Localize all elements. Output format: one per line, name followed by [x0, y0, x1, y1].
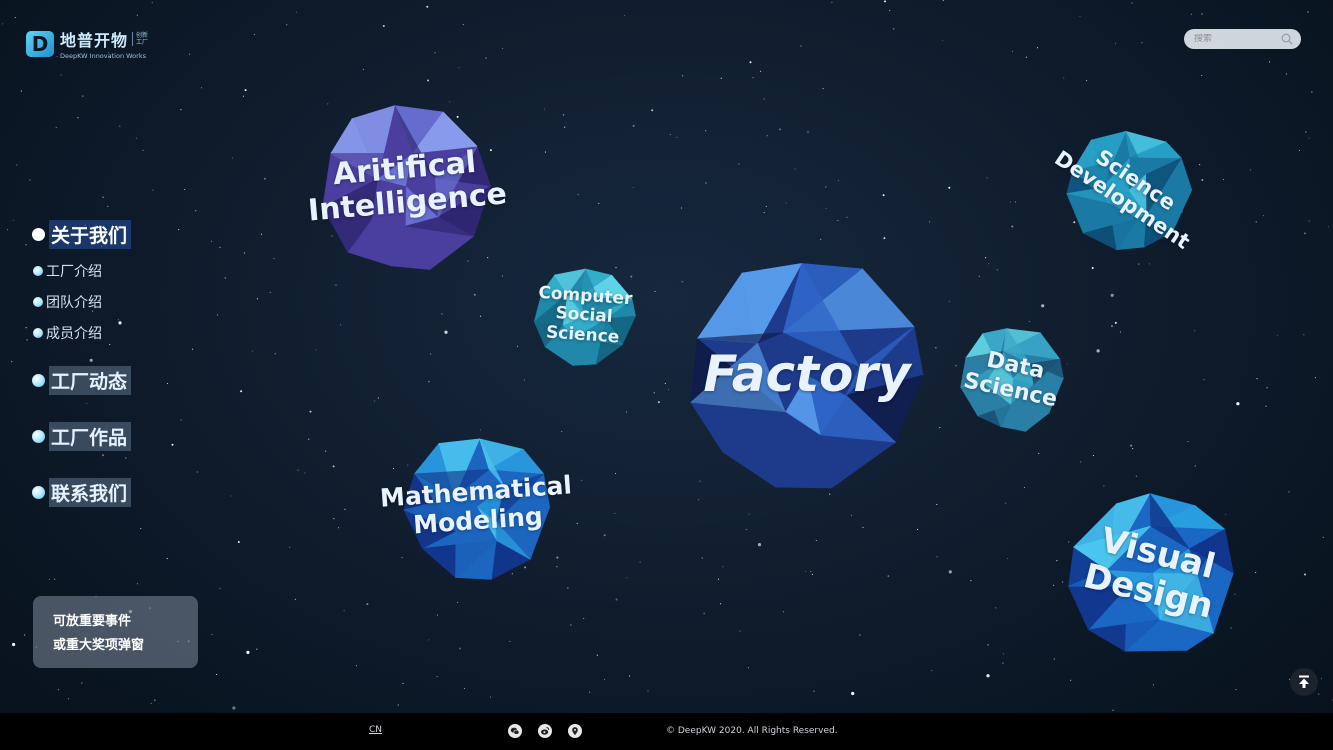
nav-label: 联系我们: [49, 478, 132, 507]
nav-item-member-intro[interactable]: 成员介绍: [33, 323, 131, 343]
planet-science-development[interactable]: Science Development: [1050, 124, 1194, 256]
language-switch[interactable]: CN: [369, 725, 382, 735]
location-icon[interactable]: [568, 724, 582, 738]
nav-label: 工厂介绍: [46, 264, 102, 280]
nav-item-about[interactable]: 关于我们: [32, 220, 132, 249]
nav-item-news[interactable]: 工厂动态: [32, 366, 132, 395]
planet-artificial-intelligence[interactable]: Aritifical Intelligence: [307, 96, 508, 276]
back-to-top-button[interactable]: [1290, 668, 1318, 696]
notice-popup[interactable]: 可放重要事件 或重大奖项弹窗: [33, 596, 198, 668]
nav-dot-icon: [32, 486, 45, 499]
notice-line-1: 可放重要事件: [53, 614, 132, 629]
planet-label-line: Factory: [703, 345, 911, 404]
nav-dot-icon: [32, 228, 45, 241]
arrow-up-icon: [1299, 675, 1309, 688]
weibo-icon[interactable]: [538, 724, 552, 738]
logo-mark-icon: D: [26, 30, 54, 57]
nav-item-team-intro[interactable]: 团队介绍: [33, 292, 131, 312]
brand-name-cn: 地普开物: [60, 31, 129, 50]
nav-label: 成员介绍: [46, 326, 102, 342]
nav-dot-icon: [33, 266, 43, 276]
planet-data-science[interactable]: Data Science: [958, 322, 1068, 434]
logo[interactable]: D 地普开物 创新 工厂 DeepKW Innovation Works: [26, 27, 148, 60]
planet-factory[interactable]: Factory: [684, 250, 930, 500]
search-bar: [1184, 29, 1301, 49]
search-input[interactable]: [1194, 34, 1274, 44]
nav-label: 关于我们: [49, 220, 132, 249]
nav-item-factory-intro[interactable]: 工厂介绍: [33, 261, 131, 281]
nav-label: 团队介绍: [46, 295, 102, 311]
planet-visual-design[interactable]: Visual Design: [1066, 486, 1240, 660]
planet-mathematical-modeling[interactable]: Mathematical Modeling: [379, 432, 573, 582]
planet-label-line: Social Science: [545, 303, 620, 348]
nav-label: 工厂动态: [49, 366, 132, 395]
nav-dot-icon: [33, 328, 43, 338]
search-icon[interactable]: [1281, 33, 1293, 45]
nav-dot-icon: [33, 297, 43, 307]
copyright-text: © DeepKW 2020. All Rights Reserved.: [666, 726, 838, 736]
wechat-icon[interactable]: [508, 724, 522, 738]
nav-item-contact[interactable]: 联系我们: [32, 478, 132, 507]
nav-dot-icon: [32, 430, 45, 443]
nav-label: 工厂作品: [49, 422, 132, 451]
brand-name-en: DeepKW Innovation Works: [60, 52, 146, 60]
nav-item-works[interactable]: 工厂作品: [32, 422, 132, 451]
notice-line-2: 或重大奖项弹窗: [53, 638, 145, 653]
nav-dot-icon: [32, 374, 45, 387]
side-nav: 关于我们 工厂介绍 团队介绍 成员介绍 工厂动态 工厂作品 联系我们: [32, 220, 132, 507]
footer: CN © DeepKW 2020. All Rights Reserved.: [0, 713, 1333, 750]
planet-computer-social-science[interactable]: Computer Social Science: [532, 262, 637, 370]
planet-label-line: Modeling: [412, 501, 544, 540]
brand-tag-cn: 创新 工厂: [132, 32, 148, 46]
